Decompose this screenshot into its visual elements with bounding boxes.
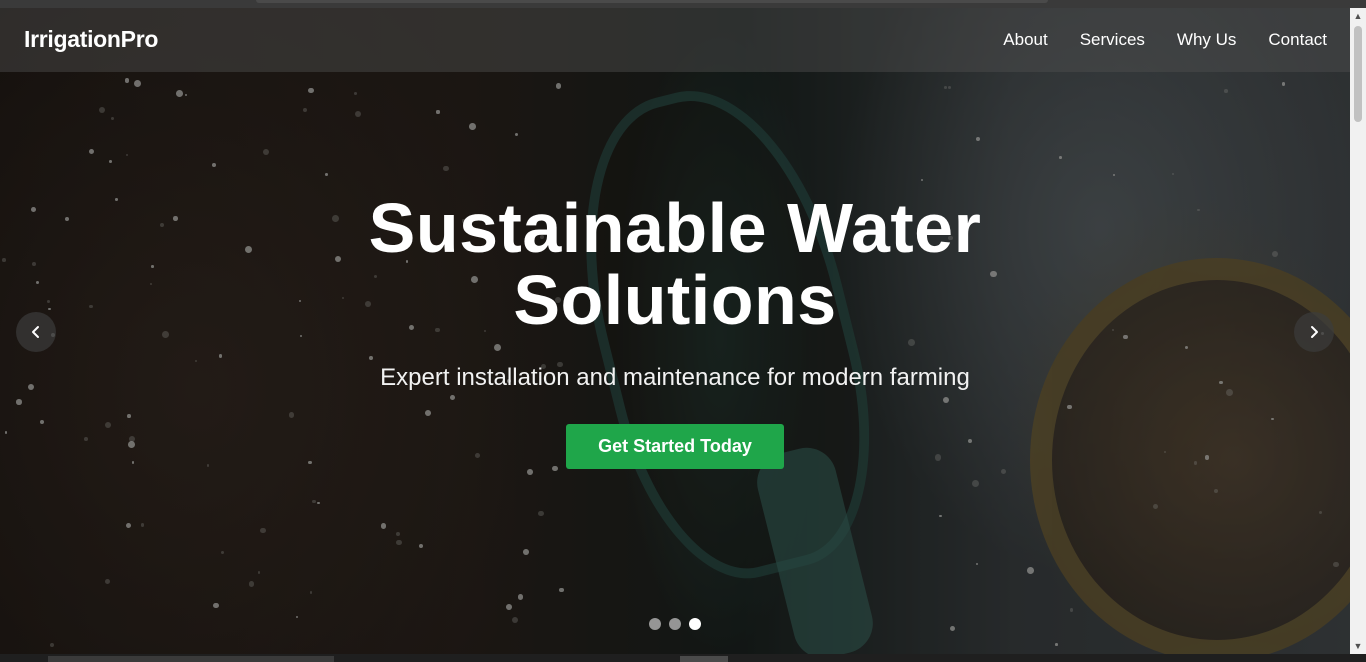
hero-title: Sustainable Water Solutions [368, 189, 982, 339]
scrollbar-thumb[interactable] [1354, 26, 1362, 122]
nav-links: About Services Why Us Contact [1003, 30, 1327, 50]
nav-link-about[interactable]: About [1003, 30, 1047, 50]
navbar: IrrigationPro About Services Why Us Cont… [0, 8, 1350, 72]
hero-subtitle: Expert installation and maintenance for … [380, 364, 970, 391]
carousel-prev-button[interactable] [16, 312, 56, 352]
carousel-dot-1[interactable] [649, 618, 661, 630]
taskbar-segment [680, 656, 728, 662]
brand-logo[interactable]: IrrigationPro [24, 26, 158, 53]
carousel-next-button[interactable] [1294, 312, 1334, 352]
nav-link-services[interactable]: Services [1080, 30, 1145, 50]
page-viewport: IrrigationPro About Services Why Us Cont… [0, 8, 1350, 654]
hero-content: Sustainable Water Solutions Expert insta… [0, 192, 1350, 469]
carousel-dot-2[interactable] [669, 618, 681, 630]
taskbar-strip [0, 654, 1366, 662]
taskbar-segment [48, 656, 334, 662]
vertical-scrollbar[interactable]: ▲ ▼ [1350, 8, 1366, 654]
scroll-down-arrow-icon[interactable]: ▼ [1350, 638, 1366, 654]
scroll-up-arrow-icon[interactable]: ▲ [1350, 8, 1366, 24]
carousel-indicators [649, 618, 701, 630]
browser-top-strip [0, 0, 1366, 8]
carousel-dot-3[interactable] [689, 618, 701, 630]
browser-tab-edge [256, 0, 1048, 3]
chevron-left-icon [32, 326, 39, 338]
nav-link-contact[interactable]: Contact [1268, 30, 1327, 50]
nav-link-why-us[interactable]: Why Us [1177, 30, 1237, 50]
chevron-right-icon [1311, 326, 1318, 338]
get-started-button[interactable]: Get Started Today [566, 424, 784, 469]
